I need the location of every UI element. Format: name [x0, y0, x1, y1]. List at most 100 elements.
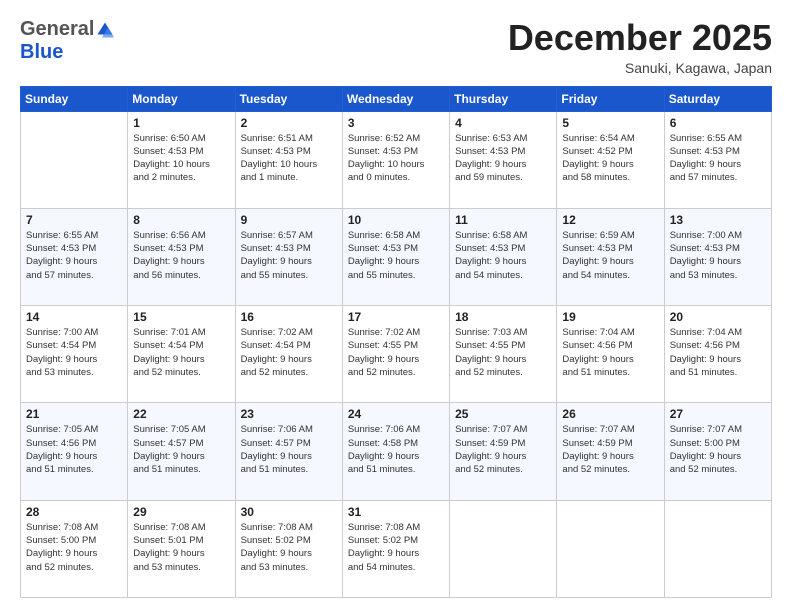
calendar-day-header: Monday — [128, 86, 235, 111]
day-number: 16 — [241, 310, 337, 324]
calendar-day-header: Saturday — [664, 86, 771, 111]
calendar-cell: 17 Sunrise: 7:02 AM Sunset: 4:55 PM Dayli… — [342, 306, 449, 403]
calendar-cell: 12Sunrise: 6:59 AM Sunset: 4:53 PM Dayli… — [557, 208, 664, 305]
day-info: Sunrise: 7:03 AM Sunset: 4:55 PM Dayligh… — [455, 326, 551, 379]
day-number: 25 — [455, 407, 551, 421]
calendar-cell: 29 Sunrise: 7:08 AM Sunset: 5:01 PM Dayli… — [128, 500, 235, 597]
calendar-cell: 14 Sunrise: 7:00 AM Sunset: 4:54 PM Dayli… — [21, 306, 128, 403]
page: General Blue December 2025 Sanuki, Kagaw… — [0, 0, 792, 612]
day-info: Sunrise: 7:06 AM Sunset: 4:58 PM Dayligh… — [348, 423, 444, 476]
day-number: 3 — [348, 116, 444, 130]
calendar-cell: 11 Sunrise: 6:58 AM Sunset: 4:53 PM Dayli… — [450, 208, 557, 305]
day-number: 14 — [26, 310, 122, 324]
day-number: 20 — [670, 310, 766, 324]
month-title: December 2025 — [508, 18, 772, 58]
day-info: Sunrise: 7:07 AM Sunset: 5:00 PM Dayligh… — [670, 423, 766, 476]
day-info: Sunrise: 6:51 AM Sunset: 4:53 PM Dayligh… — [241, 132, 337, 185]
calendar-cell: 16Sunrise: 7:02 AM Sunset: 4:54 PM Dayli… — [235, 306, 342, 403]
day-number: 21 — [26, 407, 122, 421]
calendar-cell: 9 Sunrise: 6:57 AM Sunset: 4:53 PM Daylig… — [235, 208, 342, 305]
calendar-cell: 31Sunrise: 7:08 AM Sunset: 5:02 PM Dayli… — [342, 500, 449, 597]
day-number: 8 — [133, 213, 229, 227]
day-number: 2 — [241, 116, 337, 130]
day-info: Sunrise: 6:59 AM Sunset: 4:53 PM Dayligh… — [562, 229, 658, 282]
day-number: 30 — [241, 505, 337, 519]
calendar-cell: 13Sunrise: 7:00 AM Sunset: 4:53 PM Dayli… — [664, 208, 771, 305]
calendar-cell: 27 Sunrise: 7:07 AM Sunset: 5:00 PM Dayli… — [664, 403, 771, 500]
calendar-header-row: SundayMondayTuesdayWednesdayThursdayFrid… — [21, 86, 772, 111]
calendar-cell: 6 Sunrise: 6:55 AM Sunset: 4:53 PM Daylig… — [664, 111, 771, 208]
calendar-day-header: Wednesday — [342, 86, 449, 111]
calendar-cell: 20 Sunrise: 7:04 AM Sunset: 4:56 PM Dayli… — [664, 306, 771, 403]
calendar-cell: 21Sunrise: 7:05 AM Sunset: 4:56 PM Dayli… — [21, 403, 128, 500]
day-number: 22 — [133, 407, 229, 421]
calendar-cell — [557, 500, 664, 597]
day-info: Sunrise: 6:53 AM Sunset: 4:53 PM Dayligh… — [455, 132, 551, 185]
day-number: 5 — [562, 116, 658, 130]
day-info: Sunrise: 6:57 AM Sunset: 4:53 PM Dayligh… — [241, 229, 337, 282]
calendar-day-header: Friday — [557, 86, 664, 111]
day-info: Sunrise: 7:05 AM Sunset: 4:57 PM Dayligh… — [133, 423, 229, 476]
day-info: Sunrise: 7:04 AM Sunset: 4:56 PM Dayligh… — [562, 326, 658, 379]
calendar-cell: 23Sunrise: 7:06 AM Sunset: 4:57 PM Dayli… — [235, 403, 342, 500]
day-number: 19 — [562, 310, 658, 324]
day-info: Sunrise: 7:04 AM Sunset: 4:56 PM Dayligh… — [670, 326, 766, 379]
day-info: Sunrise: 7:02 AM Sunset: 4:55 PM Dayligh… — [348, 326, 444, 379]
calendar-table: SundayMondayTuesdayWednesdayThursdayFrid… — [20, 86, 772, 598]
day-number: 15 — [133, 310, 229, 324]
calendar-day-header: Thursday — [450, 86, 557, 111]
calendar-cell: 3 Sunrise: 6:52 AM Sunset: 4:53 PM Daylig… — [342, 111, 449, 208]
calendar-cell — [450, 500, 557, 597]
day-info: Sunrise: 6:55 AM Sunset: 4:53 PM Dayligh… — [670, 132, 766, 185]
day-info: Sunrise: 7:01 AM Sunset: 4:54 PM Dayligh… — [133, 326, 229, 379]
calendar-cell: 25Sunrise: 7:07 AM Sunset: 4:59 PM Dayli… — [450, 403, 557, 500]
calendar-cell: 4 Sunrise: 6:53 AM Sunset: 4:53 PM Daylig… — [450, 111, 557, 208]
day-info: Sunrise: 7:08 AM Sunset: 5:00 PM Dayligh… — [26, 521, 122, 574]
day-number: 9 — [241, 213, 337, 227]
logo-blue: Blue — [20, 41, 63, 64]
day-number: 28 — [26, 505, 122, 519]
calendar-cell: 28 Sunrise: 7:08 AM Sunset: 5:00 PM Dayli… — [21, 500, 128, 597]
calendar-cell: 8 Sunrise: 6:56 AM Sunset: 4:53 PM Daylig… — [128, 208, 235, 305]
day-info: Sunrise: 6:58 AM Sunset: 4:53 PM Dayligh… — [348, 229, 444, 282]
day-number: 31 — [348, 505, 444, 519]
calendar-cell: 24Sunrise: 7:06 AM Sunset: 4:58 PM Dayli… — [342, 403, 449, 500]
day-number: 17 — [348, 310, 444, 324]
day-info: Sunrise: 7:08 AM Sunset: 5:01 PM Dayligh… — [133, 521, 229, 574]
day-number: 7 — [26, 213, 122, 227]
day-number: 27 — [670, 407, 766, 421]
day-number: 4 — [455, 116, 551, 130]
day-number: 29 — [133, 505, 229, 519]
calendar-cell: 19 Sunrise: 7:04 AM Sunset: 4:56 PM Dayli… — [557, 306, 664, 403]
calendar-cell: 1Sunrise: 6:50 AM Sunset: 4:53 PM Daylig… — [128, 111, 235, 208]
day-number: 6 — [670, 116, 766, 130]
day-number: 10 — [348, 213, 444, 227]
day-info: Sunrise: 7:07 AM Sunset: 4:59 PM Dayligh… — [562, 423, 658, 476]
day-info: Sunrise: 7:08 AM Sunset: 5:02 PM Dayligh… — [241, 521, 337, 574]
day-number: 11 — [455, 213, 551, 227]
calendar-week-row: 1Sunrise: 6:50 AM Sunset: 4:53 PM Daylig… — [21, 111, 772, 208]
day-info: Sunrise: 6:52 AM Sunset: 4:53 PM Dayligh… — [348, 132, 444, 185]
title-block: December 2025 Sanuki, Kagawa, Japan — [508, 18, 772, 76]
calendar-day-header: Tuesday — [235, 86, 342, 111]
day-number: 26 — [562, 407, 658, 421]
day-info: Sunrise: 6:55 AM Sunset: 4:53 PM Dayligh… — [26, 229, 122, 282]
header: General Blue December 2025 Sanuki, Kagaw… — [20, 18, 772, 76]
calendar-cell: 10 Sunrise: 6:58 AM Sunset: 4:53 PM Dayli… — [342, 208, 449, 305]
subtitle: Sanuki, Kagawa, Japan — [508, 60, 772, 76]
day-number: 18 — [455, 310, 551, 324]
calendar-cell: 18 Sunrise: 7:03 AM Sunset: 4:55 PM Dayli… — [450, 306, 557, 403]
day-info: Sunrise: 7:00 AM Sunset: 4:54 PM Dayligh… — [26, 326, 122, 379]
calendar-cell: 15 Sunrise: 7:01 AM Sunset: 4:54 PM Dayli… — [128, 306, 235, 403]
calendar-week-row: 28 Sunrise: 7:08 AM Sunset: 5:00 PM Dayli… — [21, 500, 772, 597]
day-info: Sunrise: 6:56 AM Sunset: 4:53 PM Dayligh… — [133, 229, 229, 282]
logo-icon — [96, 21, 114, 39]
day-info: Sunrise: 7:00 AM Sunset: 4:53 PM Dayligh… — [670, 229, 766, 282]
day-info: Sunrise: 6:58 AM Sunset: 4:53 PM Dayligh… — [455, 229, 551, 282]
calendar-cell: 2 Sunrise: 6:51 AM Sunset: 4:53 PM Daylig… — [235, 111, 342, 208]
calendar-cell — [664, 500, 771, 597]
calendar-cell — [21, 111, 128, 208]
calendar-day-header: Sunday — [21, 86, 128, 111]
calendar-cell: 26 Sunrise: 7:07 AM Sunset: 4:59 PM Dayli… — [557, 403, 664, 500]
logo: General Blue — [20, 18, 114, 64]
